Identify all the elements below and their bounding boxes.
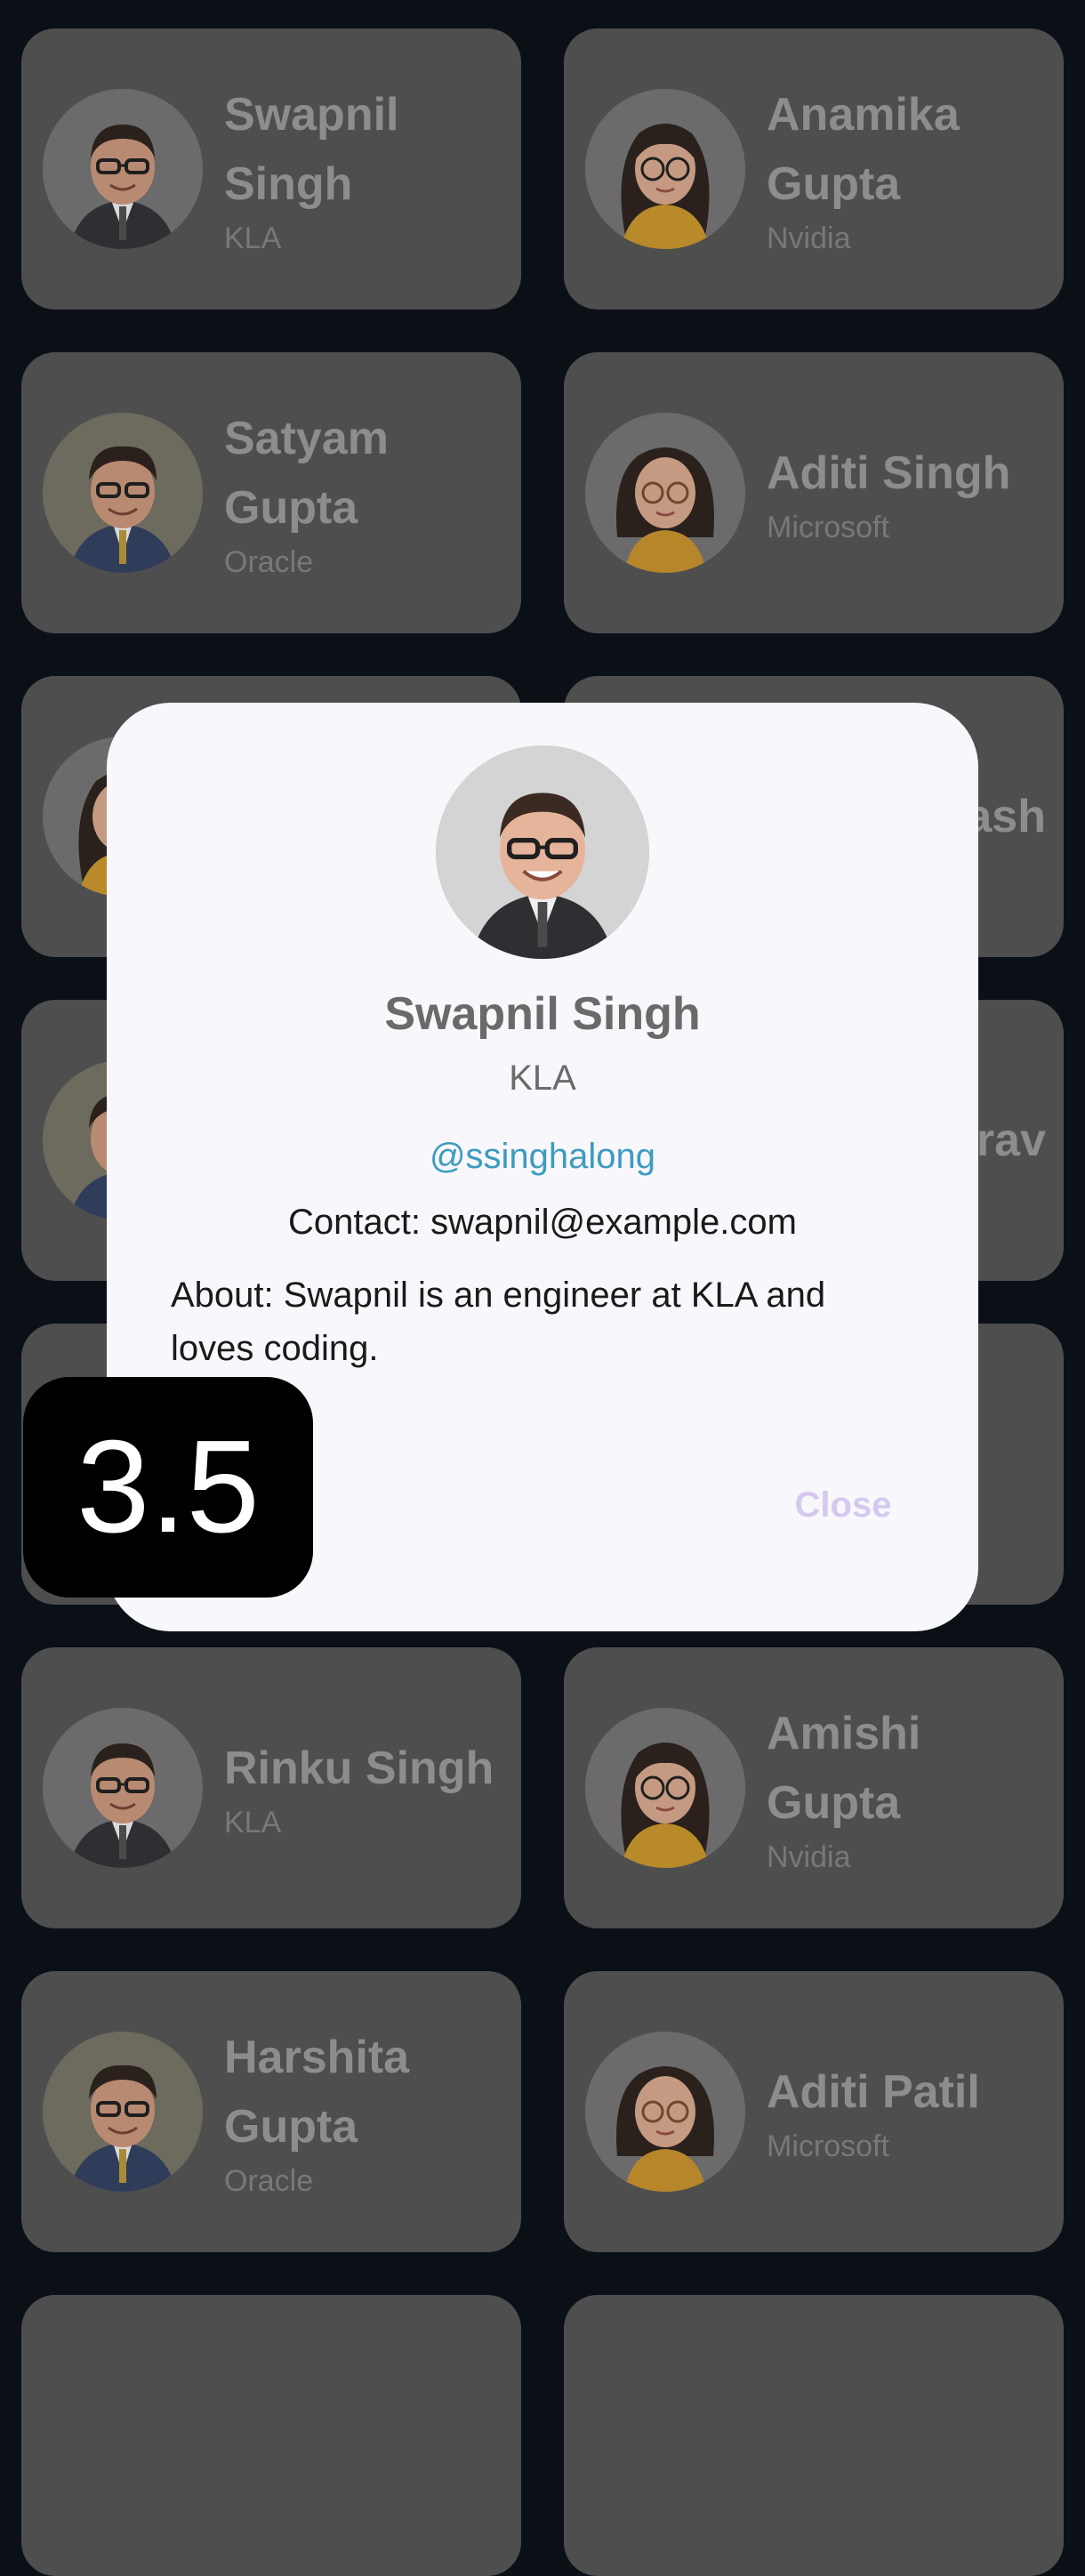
card-name: Rinku Singh [224,1743,494,1794]
profile-card[interactable]: Anamika Gupta Nvidia [564,28,1064,310]
profile-card[interactable]: Rinku Singh KLA [21,1647,521,1928]
dialog-company: KLA [509,1059,576,1098]
card-name: Aditi Singh [767,447,1011,499]
card-company: KLA [224,221,282,255]
avatar [43,413,203,573]
card-name: Aditi Patil [767,2066,980,2118]
card-company: KLA [224,1806,282,1839]
avatar [43,1708,203,1868]
card-name: Swapnil Singh [224,89,399,210]
profile-card[interactable]: Aditi Singh Microsoft [564,352,1064,633]
card-name: Anamika Gupta [767,89,960,210]
profile-card[interactable]: Harshita Gupta Oracle [21,1971,521,2252]
card-name: Satyam Gupta [224,413,389,534]
rating-badge: 3.5 [23,1377,313,1598]
dialog-name: Swapnil Singh [384,988,701,1040]
avatar [585,413,745,573]
card-company: Nvidia [767,1840,851,1874]
avatar [43,2032,203,2192]
dialog-handle-link[interactable]: @ssinghalong [107,1137,978,1177]
dialog-avatar [436,745,649,959]
profile-card[interactable]: Satyam Gupta Oracle [21,352,521,633]
profile-card[interactable]: Swapnil Singh KLA [21,28,521,310]
avatar [585,1708,745,1868]
card-name: Amishi Gupta [767,1708,921,1829]
close-button[interactable]: Close [772,1477,914,1534]
card-company: Microsoft [767,511,889,544]
dialog-contact: Contact: swapnil@example.com [288,1203,797,1242]
card-name: Harshita Gupta [224,2032,410,2153]
dialog-about: About: Swapnil is an engineer at KLA and… [171,1276,826,1368]
card-company: Oracle [224,545,314,579]
avatar [43,89,203,249]
card-company: Oracle [224,2164,314,2198]
profile-card[interactable] [21,2295,521,2576]
card-company: Microsoft [767,2129,889,2163]
avatar [585,2032,745,2192]
avatar [585,89,745,249]
profile-card[interactable] [564,2295,1064,2576]
profile-card[interactable]: Aditi Patil Microsoft [564,1971,1064,2252]
card-company: Nvidia [767,221,851,255]
profile-card[interactable]: Amishi Gupta Nvidia [564,1647,1064,1928]
